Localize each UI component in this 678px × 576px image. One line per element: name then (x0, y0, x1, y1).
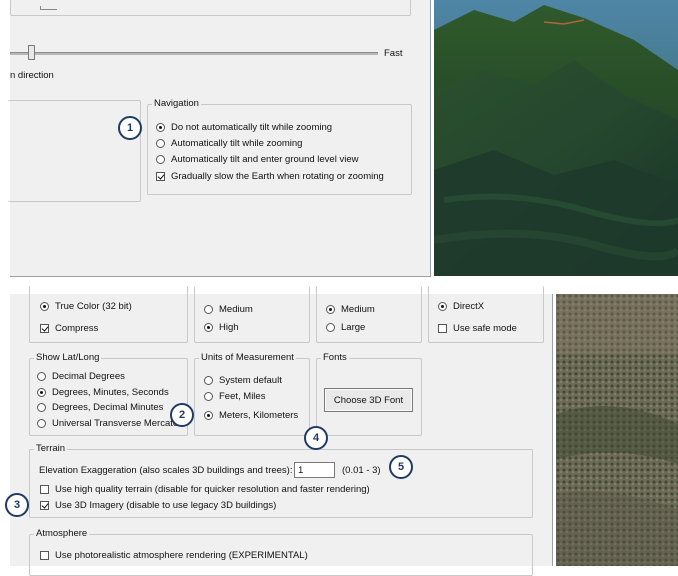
photorealistic-atmosphere-label: Use photorealistic atmosphere rendering … (55, 550, 308, 561)
callout-badge-3: 3 (5, 493, 29, 517)
lat-long-options: Decimal Degrees Degrees, Minutes, Second… (34, 368, 184, 432)
lat-long-legend: Show Lat/Long (34, 352, 102, 363)
callout-badge-1: 1 (118, 116, 142, 140)
color-group (29, 286, 188, 343)
quality2-large-option[interactable]: Large (326, 322, 365, 333)
radio-selected-icon[interactable] (40, 302, 49, 311)
latlong-option-label: Degrees, Minutes, Seconds (52, 387, 169, 398)
direction-label: n direction (10, 70, 54, 81)
photorealistic-atmosphere-option[interactable]: Use photorealistic atmosphere rendering … (40, 550, 308, 561)
latlong-option-label: Decimal Degrees (52, 371, 125, 382)
nav-option-ground-level[interactable]: Automatically tilt and enter ground leve… (156, 154, 358, 165)
radio-icon[interactable] (156, 139, 165, 148)
choose-3d-font-button[interactable]: Choose 3D Font (324, 388, 413, 412)
quality2-medium-label: Medium (341, 304, 375, 315)
high-quality-terrain-option[interactable]: Use high quality terrain (disable for qu… (40, 484, 370, 495)
true-color-option[interactable]: True Color (32 bit) (40, 301, 132, 312)
checkbox-checked-icon[interactable] (40, 501, 49, 510)
elevation-label: Elevation Exaggeration (also scales 3D b… (39, 465, 293, 476)
radio-icon[interactable] (37, 403, 46, 412)
nav-option-label: Gradually slow the Earth when rotating o… (171, 171, 384, 182)
checkbox-checked-icon[interactable] (40, 324, 49, 333)
radio-icon[interactable] (204, 392, 213, 401)
atmosphere-legend: Atmosphere (34, 528, 90, 539)
earth-3d-view-bottom[interactable] (556, 294, 678, 566)
units-meters-km[interactable]: Meters, Kilometers (204, 410, 298, 421)
elevation-range-label: (0.01 - 3) (342, 465, 381, 476)
radio-icon[interactable] (156, 155, 165, 164)
quality2-large-label: Large (341, 322, 366, 333)
radio-selected-icon[interactable] (204, 323, 213, 332)
radio-selected-icon[interactable] (156, 123, 165, 132)
compress-option[interactable]: Compress (40, 323, 98, 334)
quality2-medium-option[interactable]: Medium (326, 304, 375, 315)
terrain-legend: Terrain (34, 443, 68, 454)
directx-label: DirectX (453, 301, 485, 312)
high-quality-terrain-label: Use high quality terrain (disable for qu… (55, 484, 370, 495)
true-color-label: True Color (32 bit) (55, 301, 132, 312)
latlong-decimal-minutes[interactable]: Degrees, Decimal Minutes (37, 402, 163, 413)
quality1-medium-option[interactable]: Medium (204, 304, 253, 315)
latlong-utm[interactable]: Universal Transverse Mercator (37, 418, 181, 429)
checkbox-icon[interactable] (40, 485, 49, 494)
radio-selected-icon[interactable] (326, 305, 335, 314)
mountain-terrain-image (434, 0, 678, 276)
navigation-legend: Navigation (152, 98, 201, 109)
safe-mode-option[interactable]: Use safe mode (438, 323, 517, 334)
radio-icon[interactable] (326, 323, 335, 332)
latlong-decimal-degrees[interactable]: Decimal Degrees (37, 371, 125, 382)
checkbox-icon[interactable] (40, 551, 49, 560)
nav-option-no-tilt[interactable]: Do not automatically tilt while zooming (156, 122, 332, 133)
quality1-high-label: High (219, 322, 239, 333)
left-cut-group (8, 100, 141, 202)
units-legend: Units of Measurement (199, 352, 296, 363)
nav-option-label: Automatically tilt and enter ground leve… (171, 154, 359, 165)
units-option-label: System default (219, 375, 282, 386)
callout-badge-4: 4 (304, 426, 328, 450)
latlong-option-label: Universal Transverse Mercator (52, 418, 182, 429)
speed-slider-thumb[interactable] (28, 45, 35, 60)
slider-fast-label: Fast (384, 48, 403, 59)
radio-icon[interactable] (37, 372, 46, 381)
latlong-dms[interactable]: Degrees, Minutes, Seconds (37, 387, 169, 398)
nav-option-label: Automatically tilt while zooming (171, 138, 303, 149)
quality1-high-option[interactable]: High (204, 322, 239, 333)
top-cut-group (10, 0, 411, 16)
quality1-medium-label: Medium (219, 304, 253, 315)
use-3d-imagery-label: Use 3D Imagery (disable to use legacy 3D… (55, 500, 277, 511)
callout-badge-2: 2 (170, 403, 194, 427)
units-feet-miles[interactable]: Feet, Miles (204, 391, 265, 402)
fonts-legend: Fonts (321, 352, 349, 363)
radio-icon[interactable] (204, 305, 213, 314)
earth-3d-view-top[interactable] (434, 0, 678, 276)
nav-option-auto-tilt[interactable]: Automatically tilt while zooming (156, 138, 302, 149)
radio-icon[interactable] (37, 419, 46, 428)
nav-option-label: Do not automatically tilt while zooming (171, 122, 333, 133)
speed-slider-track[interactable] (10, 52, 378, 55)
units-option-label: Feet, Miles (219, 391, 266, 402)
compress-label: Compress (55, 323, 99, 334)
graphics-mode-group (428, 286, 544, 343)
cut-slider-fragment (40, 6, 57, 10)
radio-icon[interactable] (204, 376, 213, 385)
nav-option-gradual-slow[interactable]: Gradually slow the Earth when rotating o… (156, 171, 384, 182)
radio-selected-icon[interactable] (37, 388, 46, 397)
callout-badge-5: 5 (389, 455, 413, 479)
checkbox-icon[interactable] (438, 324, 447, 333)
latlong-option-label: Degrees, Decimal Minutes (52, 402, 164, 413)
safe-mode-label: Use safe mode (453, 323, 517, 334)
radio-selected-icon[interactable] (204, 411, 213, 420)
aerial-terrain-image (556, 294, 678, 566)
checkbox-checked-icon[interactable] (156, 172, 165, 181)
use-3d-imagery-option[interactable]: Use 3D Imagery (disable to use legacy 3D… (40, 500, 276, 511)
directx-option[interactable]: DirectX (438, 301, 484, 312)
radio-selected-icon[interactable] (438, 302, 447, 311)
elevation-exaggeration-input[interactable]: 1 (294, 462, 335, 478)
units-system-default[interactable]: System default (204, 375, 282, 386)
units-option-label: Meters, Kilometers (219, 410, 299, 421)
